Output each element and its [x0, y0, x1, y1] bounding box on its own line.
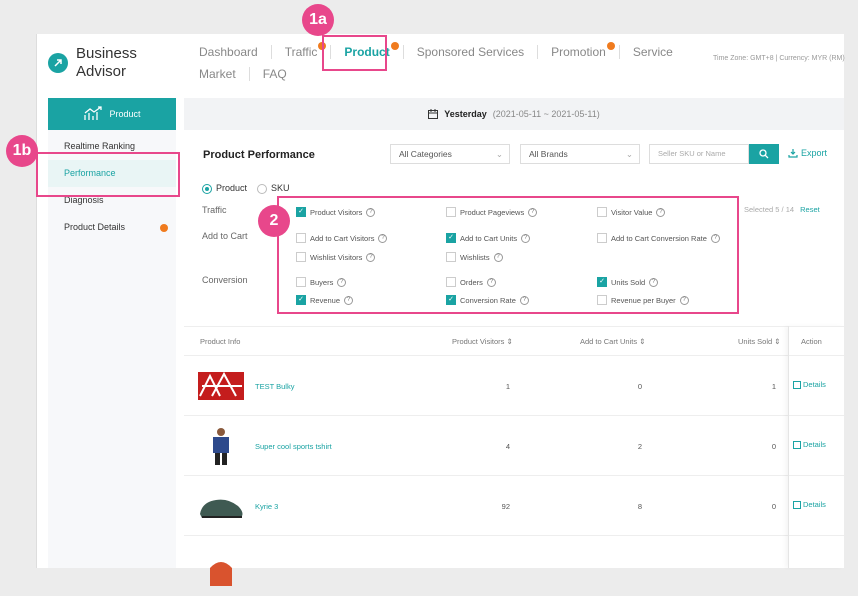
table-row: Super cool sports tshirt 4 2 0 Details [184, 416, 844, 476]
top-nav-row-2: Market FAQ [186, 62, 706, 86]
radio-sku[interactable]: SKU [257, 183, 290, 194]
date-range: (2021-05-11 ~ 2021-05-11) [492, 109, 600, 119]
callout-1b: 1b [6, 135, 38, 167]
notification-dot [390, 42, 399, 50]
highlight-product-tab [322, 35, 387, 71]
calendar-icon [428, 109, 439, 119]
product-name-link[interactable]: Super cool sports tshirt [255, 442, 332, 451]
selected-count: Selected 5 / 14 Reset [744, 205, 820, 214]
col-product-info: Product Info [200, 337, 241, 346]
sidebar-item-product-details[interactable]: Product Details [48, 214, 176, 241]
table-row [184, 536, 844, 596]
product-thumbnail [198, 371, 244, 400]
callout-1a: 1a [302, 4, 334, 36]
chevron-down-icon: ⌄ [625, 149, 633, 159]
cell-units-sold: 0 [771, 442, 776, 451]
cell-cart-units: 0 [637, 382, 642, 391]
notification-dot [160, 224, 168, 232]
cell-visitors: 4 [505, 442, 510, 451]
cell-visitors: 1 [505, 382, 510, 391]
brand-line1: Business [76, 45, 137, 62]
export-button[interactable]: Export [788, 148, 827, 158]
sort-icon[interactable]: ⇕ [506, 337, 512, 346]
sort-icon[interactable]: ⇕ [774, 337, 780, 346]
product-thumbnail [210, 562, 232, 586]
highlight-metrics [277, 196, 739, 314]
search-input[interactable]: Seller SKU or Name [649, 144, 749, 164]
search-icon [759, 149, 769, 159]
download-icon [788, 149, 798, 158]
date-label: Yesterday [444, 109, 487, 119]
callout-2: 2 [258, 205, 290, 237]
sidebar-header-label: Product [109, 109, 141, 119]
table-header: Product Info Product Visitors ⇕ Add to C… [184, 326, 844, 356]
sort-icon[interactable]: ⇕ [639, 337, 645, 346]
brand-title: Business Advisor [76, 45, 156, 81]
search-button[interactable] [749, 144, 779, 164]
col-units-sold[interactable]: Units Sold ⇕ [738, 337, 781, 346]
dimension-radio-group: Product SKU [202, 183, 290, 194]
group-label-conversion: Conversion [202, 275, 248, 285]
date-range-bar[interactable]: Yesterday (2021-05-11 ~ 2021-05-11) [184, 98, 844, 130]
notification-dot [606, 42, 615, 50]
panel-title: Product Performance [203, 149, 315, 161]
nav-dashboard[interactable]: Dashboard [186, 45, 272, 59]
highlight-performance [36, 152, 180, 197]
brand-line2: Advisor [76, 63, 127, 80]
col-product-visitors[interactable]: Product Visitors ⇕ [452, 337, 513, 346]
top-nav: Dashboard Traffic Product Sponsored Serv… [186, 40, 706, 86]
cell-visitors: 92 [501, 502, 510, 511]
cell-cart-units: 8 [637, 502, 642, 511]
reset-button[interactable]: Reset [800, 205, 820, 214]
group-label-traffic: Traffic [202, 205, 227, 215]
radio-product[interactable]: Product [202, 183, 247, 194]
table-row: TEST Bulky 1 0 1 Details [184, 356, 844, 416]
brand: Business Advisor [48, 45, 156, 81]
table-row: Kyrie 3 92 8 0 Details [184, 476, 844, 536]
cell-units-sold: 1 [771, 382, 776, 391]
timezone-info: Time Zone: GMT+8 | Currency: MYR (RM) [713, 55, 845, 62]
cell-cart-units: 2 [637, 442, 642, 451]
group-label-add-to-cart: Add to Cart [202, 231, 248, 241]
product-thumbnail [213, 428, 229, 465]
category-select[interactable]: All Categories ⌄ [390, 144, 510, 164]
cell-units-sold: 0 [771, 502, 776, 511]
nav-faq[interactable]: FAQ [250, 67, 300, 81]
nav-promotion[interactable]: Promotion [538, 42, 620, 59]
chart-trend-icon [84, 106, 103, 120]
nav-sponsored-services[interactable]: Sponsored Services [404, 45, 539, 59]
top-nav-row-1: Dashboard Traffic Product Sponsored Serv… [186, 40, 706, 64]
product-thumbnail [200, 499, 243, 518]
chevron-down-icon: ⌄ [495, 149, 503, 159]
sidebar-header[interactable]: Product [48, 98, 176, 130]
brand-select[interactable]: All Brands ⌄ [520, 144, 640, 164]
action-column [788, 326, 844, 568]
col-add-to-cart-units[interactable]: Add to Cart Units ⇕ [580, 337, 646, 346]
nav-service[interactable]: Service [620, 45, 686, 59]
product-name-link[interactable]: Kyrie 3 [255, 502, 278, 511]
nav-market[interactable]: Market [186, 67, 250, 81]
product-name-link[interactable]: TEST Bulky [255, 382, 294, 391]
brand-logo-icon [48, 53, 68, 73]
